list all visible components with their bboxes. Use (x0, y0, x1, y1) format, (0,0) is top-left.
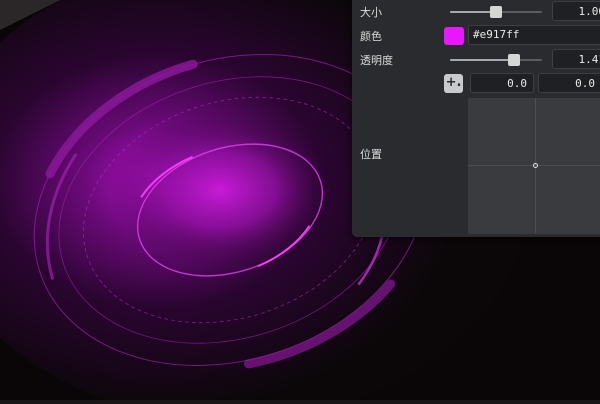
position-pad[interactable] (468, 98, 600, 234)
size-label: 大小 (360, 6, 382, 19)
opacity-slider[interactable] (450, 54, 542, 66)
position-x-input[interactable]: 0.0 (470, 73, 534, 93)
add-point-icon: +. (445, 75, 462, 90)
color-swatch[interactable] (444, 27, 464, 45)
color-row: 颜色 #e917ff (352, 24, 600, 48)
properties-panel: 大小 1.00 颜色 #e917ff 透明度 1.41 0.0 0.0 +. 位… (352, 0, 600, 237)
position-label: 位置 (360, 148, 382, 161)
size-slider-thumb[interactable] (490, 6, 502, 18)
opacity-label: 透明度 (360, 54, 393, 67)
position-handle[interactable] (533, 163, 538, 168)
position-y-input[interactable]: 0.0 (538, 73, 600, 93)
size-row: 大小 1.00 (352, 0, 600, 24)
opacity-slider-thumb[interactable] (508, 54, 521, 66)
size-slider[interactable] (450, 6, 542, 18)
opacity-row: 透明度 1.41 (352, 48, 600, 72)
opacity-slider-fill (450, 59, 515, 61)
color-label: 颜色 (360, 30, 382, 43)
color-hex-input[interactable]: #e917ff (468, 25, 600, 45)
opacity-input[interactable]: 1.41 (552, 49, 600, 69)
position-coords-row: 0.0 0.0 (352, 72, 600, 96)
size-input[interactable]: 1.00 (552, 1, 600, 21)
add-point-button[interactable]: +. (444, 74, 463, 93)
